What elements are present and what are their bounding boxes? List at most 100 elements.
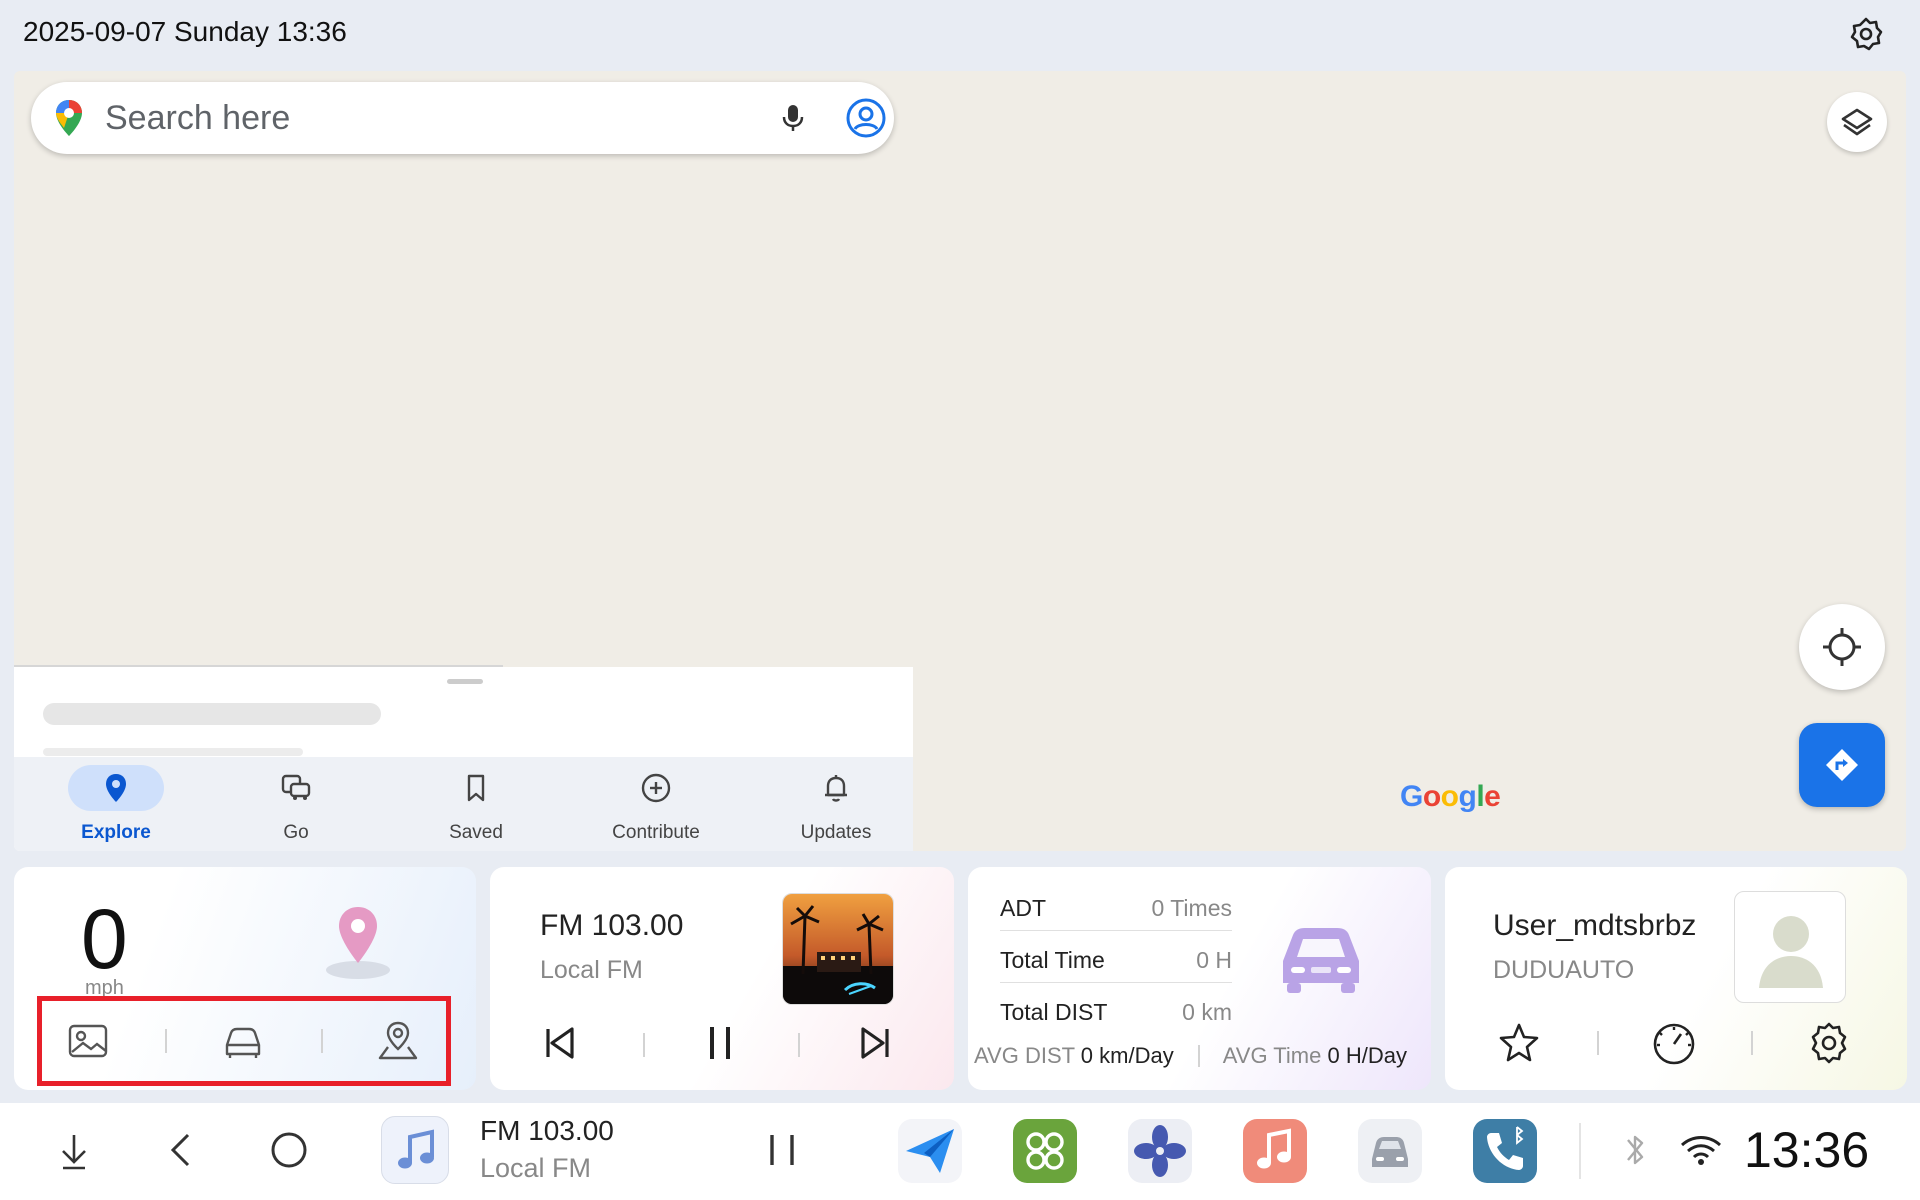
- google-letter: e: [1484, 780, 1501, 813]
- stat-value: 0 H: [1196, 947, 1232, 973]
- divider: [798, 1033, 800, 1057]
- divider: [1597, 1031, 1599, 1055]
- pause-button[interactable]: [698, 1021, 742, 1065]
- crosshair-icon: [1823, 628, 1861, 666]
- account-circle-icon[interactable]: [845, 97, 887, 139]
- system-dock: FM 103.00 Local FM 13:36: [0, 1103, 1920, 1200]
- user-widget: User_mdtsbrbz DUDUAUTO: [1445, 867, 1907, 1090]
- stat-row-total-time: Total Time 0 H: [1000, 933, 1232, 983]
- stat-row-total-dist: Total DIST 0 km: [1000, 985, 1232, 1035]
- google-letter: o: [1440, 780, 1459, 813]
- bell-icon: [825, 775, 847, 802]
- user-name: User_mdtsbrbz: [1493, 909, 1697, 942]
- tab-contribute[interactable]: Contribute: [566, 757, 746, 851]
- pause-icon: [770, 1135, 794, 1165]
- star-icon: [1499, 1023, 1539, 1062]
- tab-explore[interactable]: Explore: [26, 757, 206, 851]
- car-button[interactable]: [219, 1017, 267, 1065]
- fan-icon: [1134, 1125, 1186, 1177]
- tab-label: Updates: [800, 822, 872, 843]
- apps-grid-app[interactable]: [1013, 1119, 1077, 1183]
- car-icon: [225, 1027, 261, 1058]
- location-pin-icon: [106, 774, 126, 802]
- speed-value: 0: [81, 892, 128, 986]
- tab-updates[interactable]: Updates: [746, 757, 926, 851]
- previous-button[interactable]: [538, 1021, 582, 1065]
- maps-bottom-nav: Explore Go Saved Contribute Updates: [14, 757, 913, 851]
- collapse-button[interactable]: [49, 1125, 99, 1175]
- avg-time-label: AVG Time: [1222, 1043, 1322, 1068]
- music-note-icon[interactable]: [381, 1116, 449, 1184]
- settings-button[interactable]: [1805, 1019, 1853, 1067]
- tab-saved[interactable]: Saved: [386, 757, 566, 851]
- clock: 13:36: [1744, 1122, 1870, 1178]
- search-input[interactable]: [105, 95, 705, 141]
- google-attribution: Google: [1400, 780, 1501, 814]
- stat-value: 0 Times: [1151, 895, 1232, 921]
- add-circle-icon: [641, 773, 671, 803]
- my-location-button[interactable]: [1799, 604, 1885, 690]
- previous-icon: [546, 1027, 574, 1059]
- averages-line: AVG DIST 0 km/Day AVG Time 0 H/Day: [974, 1043, 1407, 1069]
- map-pin-button[interactable]: [374, 1017, 422, 1065]
- car-app[interactable]: [1358, 1119, 1422, 1183]
- favorites-button[interactable]: [1495, 1019, 1543, 1067]
- sheet-drag-handle[interactable]: [447, 679, 483, 684]
- navigation-app[interactable]: [898, 1119, 962, 1183]
- map-view[interactable]: Google Explore Go Saved Contribute Updat…: [14, 71, 1906, 851]
- dock-radio-source: Local FM: [480, 1153, 592, 1183]
- driving-stats-widget[interactable]: ADT 0 Times Total Time 0 H Total DIST 0 …: [968, 867, 1431, 1090]
- fan-app[interactable]: [1128, 1119, 1192, 1183]
- apps-grid-icon: [1026, 1132, 1064, 1170]
- google-letter: g: [1458, 780, 1477, 813]
- tab-go[interactable]: Go: [206, 757, 386, 851]
- wifi-icon[interactable]: [1676, 1125, 1726, 1175]
- commute-icon: [281, 774, 311, 800]
- radio-source: Local FM: [540, 956, 643, 984]
- phone-app[interactable]: [1473, 1119, 1537, 1183]
- radio-widget[interactable]: FM 103.00 Local FM: [490, 867, 954, 1090]
- map-pin-icon: [378, 1021, 418, 1060]
- next-button[interactable]: [853, 1021, 897, 1065]
- google-letter: o: [1422, 780, 1441, 813]
- home-icon: [271, 1132, 307, 1168]
- directions-icon: [1826, 749, 1858, 781]
- status-bar: 2025-09-07 Sunday 13:36: [0, 0, 1920, 68]
- avatar[interactable]: [1734, 891, 1846, 1003]
- divider: [1751, 1031, 1753, 1055]
- speedometer-button[interactable]: [1650, 1019, 1698, 1067]
- stat-value: 0 km: [1182, 999, 1232, 1025]
- avg-dist-label: AVG DIST: [974, 1043, 1075, 1068]
- avg-dist-value: 0 km/Day: [1080, 1043, 1174, 1068]
- divider: [321, 1029, 323, 1053]
- gallery-icon: [68, 1024, 108, 1058]
- search-bar[interactable]: [31, 82, 894, 154]
- google-letter: G: [1400, 780, 1423, 813]
- tab-label: Go: [283, 822, 309, 843]
- stat-row-adt: ADT 0 Times: [1000, 881, 1232, 931]
- next-icon: [861, 1027, 889, 1059]
- album-art[interactable]: [782, 893, 894, 1005]
- location-pin-icon: [319, 903, 397, 981]
- directions-button[interactable]: [1799, 723, 1885, 807]
- avg-time-value: 0 H/Day: [1327, 1043, 1407, 1068]
- divider: [643, 1033, 645, 1057]
- tab-label: Contribute: [612, 822, 700, 843]
- divider: [1197, 1045, 1200, 1067]
- bluetooth-phone-icon: [1487, 1126, 1524, 1170]
- microphone-icon[interactable]: [775, 100, 811, 136]
- stat-label: Total DIST: [1000, 999, 1108, 1025]
- music-app[interactable]: [1243, 1119, 1307, 1183]
- gear-icon[interactable]: [1846, 14, 1886, 54]
- layers-icon: [1841, 108, 1873, 136]
- home-button[interactable]: [264, 1125, 314, 1175]
- stat-label: ADT: [1000, 895, 1046, 921]
- bluetooth-icon[interactable]: [1610, 1125, 1660, 1175]
- layers-button[interactable]: [1827, 92, 1887, 152]
- gallery-button[interactable]: [64, 1017, 112, 1065]
- tab-label: Explore: [81, 822, 151, 843]
- car-icon: [1273, 917, 1369, 999]
- back-button[interactable]: [157, 1125, 207, 1175]
- settings-icon: [1811, 1022, 1847, 1064]
- dock-pause-button[interactable]: [757, 1125, 807, 1175]
